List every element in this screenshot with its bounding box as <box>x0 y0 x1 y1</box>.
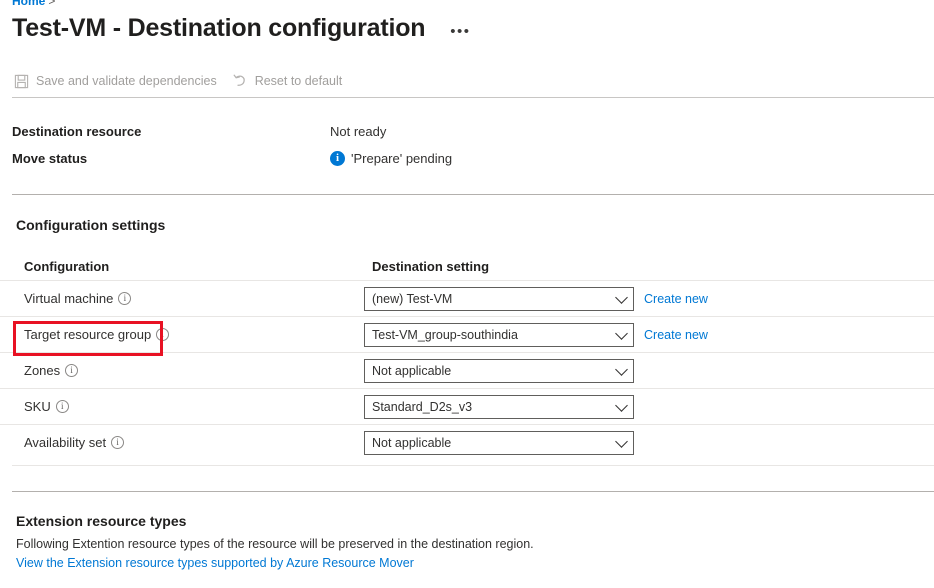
row-label-zones-text: Zones <box>24 363 60 378</box>
row-label-virtual-machine-text: Virtual machine <box>24 291 113 306</box>
reset-to-default-label: Reset to default <box>255 74 343 88</box>
info-outline-icon[interactable]: i <box>111 436 124 449</box>
table-row: Zones i Not applicable <box>0 352 934 388</box>
breadcrumb: Home> <box>12 0 58 8</box>
breadcrumb-item-home[interactable]: Home <box>12 0 45 8</box>
configuration-settings-heading: Configuration settings <box>16 217 165 233</box>
table-row: Target resource group i Test-VM_group-so… <box>0 316 934 352</box>
more-options-button[interactable]: ••• <box>449 17 471 39</box>
azure-portal-blade: Home> Test-VM - Destination configuratio… <box>0 0 934 588</box>
info-outline-icon[interactable]: i <box>65 364 78 377</box>
zones-dropdown[interactable]: Not applicable <box>364 359 634 383</box>
availability-set-dropdown-value: Not applicable <box>372 436 451 450</box>
row-setting-target-resource-group: Test-VM_group-southindia Create new <box>364 323 708 347</box>
virtual-machine-dropdown[interactable]: (new) Test-VM <box>364 287 634 311</box>
sku-dropdown[interactable]: Standard_D2s_v3 <box>364 395 634 419</box>
info-outline-icon[interactable]: i <box>56 400 69 413</box>
table-row: SKU i Standard_D2s_v3 <box>0 388 934 424</box>
row-setting-sku: Standard_D2s_v3 <box>364 395 634 419</box>
undo-icon <box>231 72 249 90</box>
configuration-table-header: Configuration Destination setting <box>0 252 934 280</box>
sku-dropdown-value: Standard_D2s_v3 <box>372 400 472 414</box>
zones-dropdown-value: Not applicable <box>372 364 451 378</box>
row-setting-availability-set: Not applicable <box>364 431 634 455</box>
row-label-target-resource-group-text: Target resource group <box>24 327 151 342</box>
reset-to-default-button[interactable]: Reset to default <box>231 68 343 94</box>
row-label-target-resource-group: Target resource group i <box>24 327 364 342</box>
move-status-value-text: 'Prepare' pending <box>351 151 452 166</box>
virtual-machine-dropdown-value: (new) Test-VM <box>372 292 452 306</box>
save-and-validate-dependencies-label: Save and validate dependencies <box>36 74 217 88</box>
chevron-down-icon <box>615 399 628 412</box>
move-status-value: i 'Prepare' pending <box>330 151 452 166</box>
row-label-zones: Zones i <box>24 363 364 378</box>
target-resource-group-dropdown[interactable]: Test-VM_group-southindia <box>364 323 634 347</box>
configuration-table: Configuration Destination setting Virtua… <box>0 252 934 460</box>
ellipsis-icon: ••• <box>450 28 470 36</box>
move-status-row: Move status i 'Prepare' pending <box>12 145 712 172</box>
row-setting-virtual-machine: (new) Test-VM Create new <box>364 287 708 311</box>
destination-resource-value: Not ready <box>330 124 386 139</box>
create-new-target-resource-group-link[interactable]: Create new <box>644 328 708 342</box>
create-new-virtual-machine-link[interactable]: Create new <box>644 292 708 306</box>
title-row: Test-VM - Destination configuration ••• <box>12 12 471 44</box>
breadcrumb-separator: > <box>48 0 55 8</box>
info-outline-icon[interactable]: i <box>156 328 169 341</box>
table-row: Virtual machine i (new) Test-VM Create n… <box>0 280 934 316</box>
command-bar-divider <box>12 97 934 98</box>
status-block: Destination resource Not ready Move stat… <box>12 118 712 172</box>
row-label-availability-set: Availability set i <box>24 435 364 450</box>
move-status-label: Move status <box>12 151 330 166</box>
column-header-destination-setting: Destination setting <box>372 259 489 274</box>
status-section-divider <box>12 194 934 195</box>
extension-section-divider <box>12 491 934 492</box>
save-icon <box>12 72 30 90</box>
destination-resource-value-text: Not ready <box>330 124 386 139</box>
extension-resource-types-heading: Extension resource types <box>16 513 186 529</box>
chevron-down-icon <box>615 291 628 304</box>
row-label-sku-text: SKU <box>24 399 51 414</box>
row-label-availability-set-text: Availability set <box>24 435 106 450</box>
destination-resource-row: Destination resource Not ready <box>12 118 712 145</box>
chevron-down-icon <box>615 363 628 376</box>
chevron-down-icon <box>615 435 628 448</box>
command-bar: Save and validate dependencies Reset to … <box>12 68 356 94</box>
info-outline-icon[interactable]: i <box>118 292 131 305</box>
extension-resource-types-link[interactable]: View the Extension resource types suppor… <box>16 554 896 573</box>
row-label-virtual-machine: Virtual machine i <box>24 291 364 306</box>
configuration-table-bottom-divider <box>12 465 934 466</box>
table-row: Availability set i Not applicable <box>0 424 934 460</box>
extension-resource-types-block: Following Extention resource types of th… <box>16 535 896 573</box>
row-label-sku: SKU i <box>24 399 364 414</box>
page-title: Test-VM - Destination configuration <box>12 12 425 44</box>
availability-set-dropdown[interactable]: Not applicable <box>364 431 634 455</box>
info-filled-icon: i <box>330 151 345 166</box>
save-and-validate-dependencies-button[interactable]: Save and validate dependencies <box>12 68 217 94</box>
chevron-down-icon <box>615 327 628 340</box>
destination-resource-label: Destination resource <box>12 124 330 139</box>
row-setting-zones: Not applicable <box>364 359 634 383</box>
column-header-configuration: Configuration <box>24 259 372 274</box>
target-resource-group-dropdown-value: Test-VM_group-southindia <box>372 328 518 342</box>
extension-description: Following Extention resource types of th… <box>16 535 896 554</box>
